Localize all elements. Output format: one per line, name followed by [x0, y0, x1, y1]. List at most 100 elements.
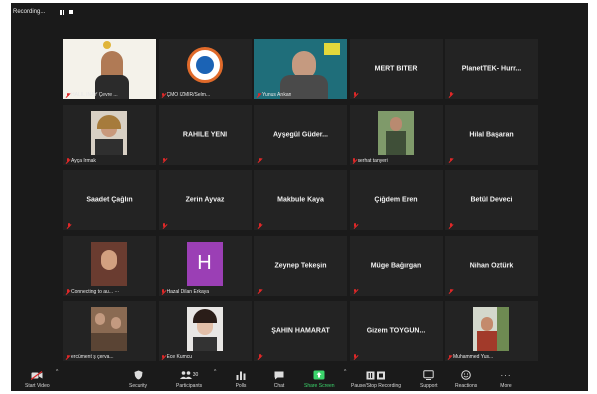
video-off-icon	[31, 370, 43, 380]
security-button[interactable]: Security	[129, 370, 147, 389]
muted-mic-icon	[66, 223, 71, 228]
participant-name: Ayça Irmak	[71, 157, 96, 164]
participant-tile[interactable]: MERT BİTER	[349, 39, 443, 99]
participant-tile[interactable]: Makbule Kaya	[254, 170, 347, 230]
participant-label: Ece Kumcu	[161, 354, 192, 360]
participant-name: Makbule Kaya	[277, 196, 324, 204]
stop-recording-button[interactable]	[68, 9, 74, 15]
participant-tile[interactable]: Müge Bağırgan	[349, 235, 443, 296]
muted-mic-icon	[448, 92, 453, 97]
participant-tile[interactable]: ercüment ş çerva...	[63, 301, 156, 361]
support-icon	[423, 370, 435, 380]
participants-button[interactable]: 30 Participants	[176, 370, 202, 389]
share-screen-button[interactable]: Share Screen	[304, 370, 335, 389]
start-video-button[interactable]: Start Video	[25, 370, 50, 389]
participant-tile[interactable]: ŞAHİN HAMARAT	[254, 301, 347, 361]
stop-icon	[69, 10, 74, 14]
security-label: Security	[129, 383, 148, 389]
participant-tile[interactable]: Çiğdem Eren	[349, 170, 443, 230]
participant-name: PlanetTEK- Hurr...	[461, 65, 522, 73]
more-label: More	[500, 383, 512, 389]
participant-tile[interactable]: Hilal Başaran	[445, 104, 538, 165]
participant-tile[interactable]: Connecting to au... ···	[63, 235, 156, 296]
video-feed	[377, 110, 414, 155]
muted-mic-icon	[161, 289, 166, 294]
polls-button[interactable]: Polls	[235, 370, 247, 389]
participant-label: serhat tanyeri	[352, 158, 388, 164]
share-options-caret-icon[interactable]: ^	[344, 369, 346, 375]
participant-tile[interactable]: Ayşegül Güder...	[254, 104, 347, 165]
muted-mic-icon	[65, 92, 70, 98]
recording-bar: Recording...	[11, 3, 588, 21]
participant-tile[interactable]: H Hazal Dilan Erkaya	[158, 235, 252, 296]
start-video-label: Start Video	[25, 383, 50, 389]
participant-name: MERT BİTER	[374, 65, 418, 73]
participant-name: Hilal Başaran	[469, 131, 514, 138]
participant-name: Çiğdem Eren	[374, 196, 418, 204]
participant-label: Muhammed Yus...	[447, 354, 493, 360]
chat-button[interactable]: Chat	[273, 370, 285, 389]
zoom-meeting-window: Recording... HALİL İNAY Çevre ... ÇMO İZM…	[11, 3, 588, 391]
participant-tile[interactable]: HALİL İNAY Çevre ...	[63, 39, 156, 99]
participant-tile[interactable]: Betül Deveci	[445, 170, 538, 230]
participant-name: Müge Bağırgan	[370, 262, 422, 269]
muted-mic-icon	[448, 223, 453, 228]
video-feed	[91, 110, 127, 155]
more-button[interactable]: ··· More	[500, 370, 512, 390]
support-label: Support	[420, 383, 438, 389]
participant-tile[interactable]: serhat tanyeri	[349, 104, 443, 165]
video-feed	[254, 39, 347, 99]
participant-name: Muhammed Yus...	[453, 354, 494, 360]
participant-tile[interactable]: Saadet Çağlın	[63, 170, 156, 230]
participant-tile[interactable]: Zerin Ayvaz	[158, 170, 252, 230]
muted-mic-icon	[448, 288, 453, 294]
pause-recording-button[interactable]	[59, 9, 65, 15]
reactions-button[interactable]: Reactions	[455, 370, 477, 389]
muted-mic-icon	[353, 92, 358, 97]
muted-mic-icon	[257, 157, 262, 163]
participant-tile[interactable]: Ece Kumcu	[158, 301, 252, 361]
video-feed	[186, 307, 223, 351]
participant-name: Gizem TOYGUN...	[366, 327, 426, 335]
participant-tile[interactable]: ÇMO İZMİR/Selm...	[158, 39, 252, 99]
participant-tile[interactable]: Ayça Irmak	[63, 104, 156, 165]
video-options-caret-icon[interactable]: ^	[56, 369, 58, 375]
muted-mic-icon	[257, 223, 262, 228]
participant-name: ŞAHİN HAMARAT	[271, 327, 330, 335]
chat-icon	[273, 370, 285, 380]
participant-tile[interactable]: Gizem TOYGUN...	[349, 301, 443, 361]
participant-name: Zeynep Tekeşin	[274, 262, 327, 269]
participant-name: Betül Deveci	[470, 196, 513, 204]
meeting-toolbar: Start Video ^ Security 30 Participants ^…	[11, 365, 588, 391]
participant-tile[interactable]: Nihan Öztürk	[445, 235, 538, 296]
avatar: H	[186, 241, 223, 286]
participants-caret-icon[interactable]: ^	[214, 369, 216, 375]
participant-name: Nihan Öztürk	[469, 262, 514, 269]
avatar-letter: H	[197, 252, 212, 274]
recording-label: Recording...	[13, 9, 46, 15]
muted-mic-icon	[161, 92, 166, 98]
participant-tile[interactable]: Muhammed Yus...	[445, 301, 538, 361]
muted-mic-icon	[352, 158, 357, 163]
pause-stop-recording-label: Pause/Stop Recording	[351, 383, 402, 389]
participant-name: Ayşegül Güder...	[273, 131, 328, 138]
muted-mic-icon	[448, 157, 453, 163]
pause-stop-recording-button[interactable]: Pause/Stop Recording	[351, 370, 401, 389]
participant-tile[interactable]: Zeynep Tekeşin	[254, 235, 347, 296]
participant-name: Saadet Çağlın	[86, 196, 133, 204]
participant-tile[interactable]: RAHİLE YENİ	[158, 104, 252, 165]
reactions-icon	[460, 370, 472, 380]
logo-image	[186, 47, 223, 83]
muted-mic-icon	[353, 223, 358, 228]
participant-name: RAHİLE YENİ	[182, 131, 228, 138]
participant-name: Connecting to au... ···	[71, 288, 120, 295]
muted-mic-icon	[256, 92, 261, 98]
pause-icon	[60, 9, 65, 15]
participants-icon: 30	[176, 370, 202, 380]
muted-mic-icon	[353, 354, 358, 359]
participant-tile[interactable]: PlanetTEK- Hurr...	[445, 39, 538, 99]
support-button[interactable]: Support	[420, 370, 438, 389]
participant-tile[interactable]: Yunus Arıkan	[254, 39, 347, 99]
participant-name: Yunus Arıkan	[262, 92, 292, 98]
muted-mic-icon	[161, 354, 166, 360]
